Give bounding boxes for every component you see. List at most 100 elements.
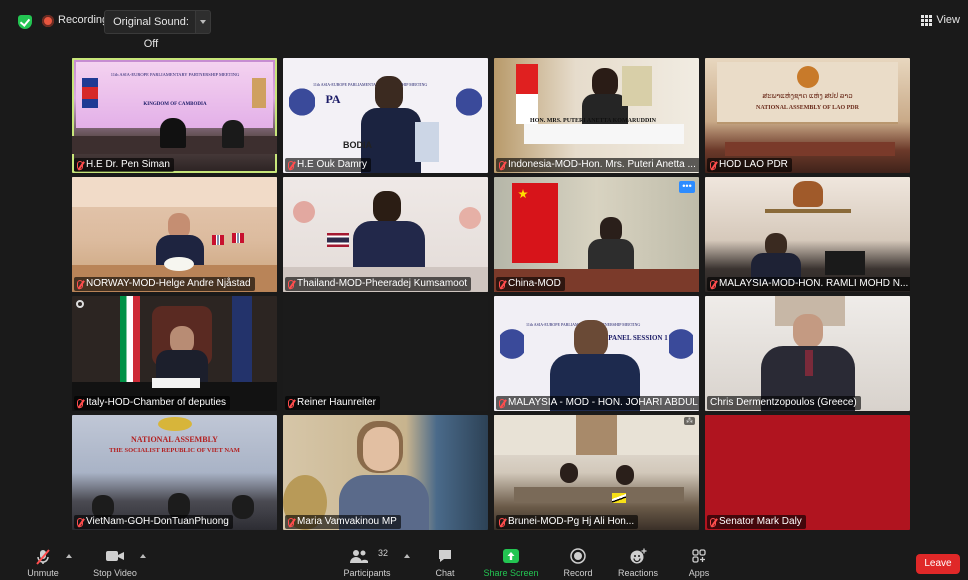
mic-muted-icon [710, 517, 716, 527]
video-tile-malaysia-ramli[interactable]: MALAYSIA-MOD-HON. RAMLI MOHD N... [705, 177, 910, 292]
participant-name: Chris Dermentzopoulos (Greece) [707, 396, 861, 410]
mic-muted-icon [499, 517, 505, 527]
apps-button[interactable]: Apps [664, 542, 734, 580]
participant-name: MALAYSIA - MOD - HON. JOHARI ABDUL [496, 396, 699, 410]
desk [725, 142, 895, 156]
mic-muted-icon [77, 160, 83, 170]
emblem-board [622, 66, 652, 106]
video-tile-thailand[interactable]: Thailand-MOD-Pheeradej Kumsamoot [283, 177, 488, 292]
grid-view-icon [921, 14, 933, 26]
video-options-caret[interactable] [140, 554, 146, 558]
video-grid: 11th ASIA-EUROPE PARLIAMENTARY PARTNERSH… [72, 58, 910, 530]
desk [514, 487, 684, 503]
mic-muted-icon [499, 160, 505, 170]
participant-name: Maria Vamvakinou MP [285, 515, 401, 529]
participant-name: Reiner Haunreiter [285, 396, 380, 410]
person-body [588, 239, 634, 269]
unmute-label: Unmute [27, 568, 59, 578]
person-head [616, 465, 634, 485]
participants-label: Participants [343, 568, 391, 578]
participant-name: NORWAY-MOD-Helge Andre Njåstad [74, 277, 255, 291]
original-sound-dropdown[interactable] [195, 10, 211, 34]
leave-button[interactable]: Leave [916, 554, 960, 574]
video-tile-lao[interactable]: ສະພາແຫ່ງຊາດ ແຫ່ງ ສປປ ລາວ NATIONAL ASSEMB… [705, 58, 910, 173]
video-tile-malaysia-johari[interactable]: 11th ASIA-EUROPE PARLIAMENTARY PARTNERSH… [494, 296, 699, 411]
mic-muted-icon [288, 517, 294, 527]
audio-options-caret[interactable] [66, 554, 72, 558]
italy-flag [120, 296, 140, 391]
wall-panel [72, 177, 277, 207]
original-sound-button[interactable]: Original Sound: Off [104, 10, 198, 50]
person-head [373, 191, 401, 223]
participant-name: Indonesia-MOD-Hon. Mrs. Puteri Anetta ..… [496, 158, 699, 172]
participant-name: HOD LAO PDR [707, 158, 792, 172]
chat-button[interactable]: Chat [410, 542, 480, 580]
mic-muted-icon [77, 279, 83, 289]
wall-decor [459, 207, 481, 229]
person-head [560, 463, 578, 483]
video-tile-indonesia[interactable]: HON. MRS. PUTERI ANETTA KOMARUDDIN Indon… [494, 58, 699, 173]
stop-video-button[interactable]: Stop Video [80, 542, 150, 580]
lao-emblem [797, 66, 819, 88]
recording-icon [42, 15, 54, 27]
indonesia-flag [516, 64, 538, 124]
nameplate [152, 378, 200, 388]
participant-name: H.E Dr. Pen Siman [74, 158, 174, 172]
recording-label: Recording [58, 14, 109, 26]
microphone-muted-icon [36, 549, 50, 565]
participant-name: Senator Mark Daly [707, 515, 806, 529]
emblem [158, 417, 192, 431]
view-button[interactable]: View [921, 14, 960, 26]
participants-icon [350, 550, 368, 563]
cambodia-flag [82, 78, 98, 108]
mic-muted-icon [77, 517, 83, 527]
china-flag [512, 183, 558, 263]
mic-muted-icon [499, 398, 505, 408]
emblem [252, 78, 266, 108]
more-options-button[interactable]: ••• [679, 181, 695, 193]
video-tile-italy[interactable]: Italy-HOD-Chamber of deputies [72, 296, 277, 411]
person [222, 120, 244, 148]
person-head [375, 76, 403, 110]
mic-muted-icon [288, 160, 294, 170]
banner-strip [765, 209, 851, 213]
video-tile-mark-daly[interactable]: Senator Mark Daly [705, 415, 910, 530]
mic-muted-icon [499, 279, 505, 289]
unmute-button[interactable]: Unmute [8, 542, 78, 580]
tie [805, 350, 813, 376]
top-bar: Recording Original Sound: Off View [0, 0, 968, 50]
banner-title: NATIONAL ASSEMBLY [131, 435, 218, 444]
meeting-toolbar: Unmute Stop Video 32 Participants Chat S… [0, 542, 968, 580]
participants-button[interactable]: 32 Participants [332, 542, 402, 580]
security-shield-icon[interactable] [18, 15, 32, 29]
video-tile-china[interactable]: ••• China-MOD [494, 177, 699, 292]
video-tile-cambodia-ouk-damry[interactable]: 11th ASIA-EUROPE PARLIAMENTARY PARTNERSH… [283, 58, 488, 173]
person [232, 495, 254, 519]
share-screen-button[interactable]: Share Screen [476, 542, 546, 580]
banner-title: ສະພາແຫ່ງຊາດ ແຫ່ງ ສປປ ລາວ [762, 92, 853, 100]
video-tile-greece[interactable]: Chris Dermentzopoulos (Greece) [705, 296, 910, 411]
mic-muted-icon [77, 398, 83, 408]
banner-subtitle: KINGDOM OF CAMBODIA [143, 102, 207, 107]
video-tile-vietnam[interactable]: NATIONAL ASSEMBLY THE SOCIALIST REPUBLIC… [72, 415, 277, 530]
thailand-flag [327, 233, 349, 247]
participant-name: H.E Ouk Damry [285, 158, 372, 172]
person-body [353, 221, 425, 271]
video-tile-brunei[interactable]: ⁂ Brunei-MOD-Pg Hj Ali Hon... [494, 415, 699, 530]
video-tile-cambodia-pen-siman[interactable]: 11th ASIA-EUROPE PARLIAMENTARY PARTNERSH… [72, 58, 277, 173]
video-tile-maria-vamvakinou[interactable]: Maria Vamvakinou MP [283, 415, 488, 530]
placard-text: HON. MRS. PUTERI ANETTA KOMARUDDIN [530, 118, 656, 124]
flowers [164, 257, 194, 271]
banner-subtitle: THE SOCIALIST REPUBLIC OF VIET NAM [109, 447, 240, 454]
ornament-right [669, 304, 693, 384]
share-screen-icon [503, 549, 519, 563]
banner-title: 11th ASIA-EUROPE PARLIAMENTARY PARTNERSH… [110, 72, 240, 77]
tile-badge: ⁂ [684, 417, 695, 425]
video-tile-norway[interactable]: NORWAY-MOD-Helge Andre Njåstad [72, 177, 277, 292]
video-tile-reiner-haunreiter[interactable]: Reiner Haunreiter [283, 296, 488, 411]
desk [524, 124, 684, 144]
norway-flag [212, 235, 224, 245]
reactions-button[interactable]: Reactions [603, 542, 673, 580]
mic-muted-icon [288, 279, 294, 289]
chat-bubble-icon [439, 550, 451, 562]
